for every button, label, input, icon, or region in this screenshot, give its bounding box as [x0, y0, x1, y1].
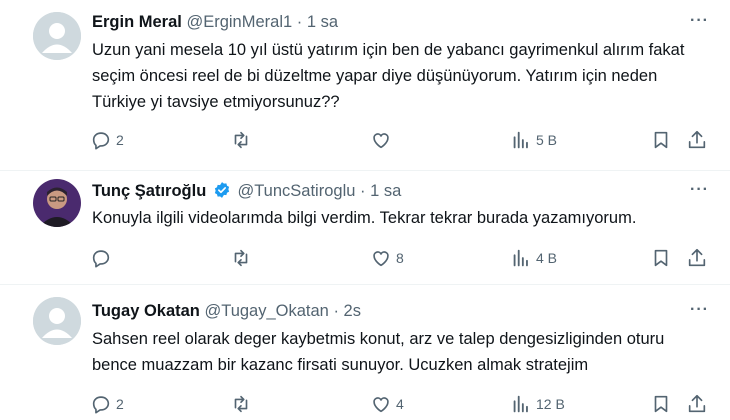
reply-icon — [92, 250, 110, 268]
views-button[interactable]: 12 B — [510, 393, 565, 415]
action-bar: 2 5 B — [90, 129, 710, 151]
bookmark-button[interactable] — [650, 393, 672, 415]
reply-button[interactable]: 2 — [90, 129, 124, 151]
tweet[interactable]: Tunç Şatıroğlu @TuncSatiroglu · 1 sa ···… — [0, 171, 730, 284]
separator-dot: · — [360, 182, 366, 200]
tweet-text: Sahsen reel olarak deger kaybetmis konut… — [92, 330, 665, 374]
bookmark-icon — [654, 249, 668, 267]
like-button[interactable] — [370, 129, 396, 151]
tweet-text: Konuyla ilgili videolarımda bilgi verdim… — [92, 209, 637, 227]
like-count: 4 — [396, 396, 404, 412]
views-icon — [513, 131, 528, 149]
separator-dot: · — [296, 13, 303, 31]
bookmark-icon — [654, 131, 668, 149]
reply-count: 2 — [116, 132, 124, 148]
reply-count: 2 — [116, 396, 124, 412]
reply-icon — [92, 132, 110, 150]
bookmark-icon — [654, 395, 668, 413]
view-count: 5 B — [536, 132, 558, 148]
share-icon — [688, 394, 706, 413]
views-button[interactable]: 5 B — [510, 129, 557, 151]
avatar[interactable] — [33, 179, 81, 227]
action-bar: 8 4 B — [90, 247, 710, 269]
like-button[interactable]: 4 — [370, 393, 404, 415]
reply-button[interactable] — [90, 247, 116, 269]
more-icon[interactable]: ··· — [690, 301, 709, 319]
retweet-button[interactable] — [230, 247, 256, 269]
timestamp[interactable]: 2s — [344, 302, 361, 320]
more-icon[interactable]: ··· — [690, 12, 709, 30]
default-avatar-icon — [33, 12, 81, 60]
avatar[interactable] — [33, 12, 81, 60]
tweet-header: Tunç Şatıroğlu @TuncSatiroglu · 1 sa — [92, 181, 401, 201]
share-icon — [688, 130, 706, 149]
like-button[interactable]: 8 — [370, 247, 404, 269]
author-handle[interactable]: @TuncSatiroglu — [237, 182, 355, 200]
share-button[interactable] — [686, 393, 708, 415]
author-handle[interactable]: @ErginMeral1 — [186, 13, 292, 31]
like-icon — [373, 397, 389, 413]
tweet-header: Ergin Meral @ErginMeral1 · 1 sa — [92, 12, 338, 32]
views-icon — [513, 395, 528, 413]
like-count: 8 — [396, 250, 404, 266]
like-icon — [373, 251, 389, 267]
author-name[interactable]: Tugay Okatan — [92, 302, 200, 320]
view-count: 12 B — [536, 396, 565, 412]
reply-button[interactable]: 2 — [90, 393, 124, 415]
view-count: 4 B — [536, 250, 558, 266]
timestamp[interactable]: 1 sa — [370, 182, 401, 200]
action-bar: 2 4 12 B — [90, 393, 710, 415]
bookmark-button[interactable] — [650, 129, 672, 151]
tweet[interactable]: Ergin Meral @ErginMeral1 · 1 sa ··· Uzun… — [0, 0, 730, 170]
like-icon — [373, 133, 389, 149]
share-icon — [688, 248, 706, 267]
timestamp[interactable]: 1 sa — [307, 13, 338, 31]
tweet-text: Uzun yani mesela 10 yıl üstü yatırım içi… — [92, 41, 685, 111]
default-avatar-icon — [33, 297, 81, 345]
tweet[interactable]: Tugay Okatan @Tugay_Okatan · 2s ··· Sahs… — [0, 285, 730, 420]
retweet-icon — [234, 395, 248, 413]
reply-icon — [92, 396, 110, 414]
views-button[interactable]: 4 B — [510, 247, 557, 269]
retweet-icon — [234, 131, 248, 149]
retweet-button[interactable] — [230, 393, 256, 415]
tweet-header: Tugay Okatan @Tugay_Okatan · 2s — [92, 301, 361, 321]
share-button[interactable] — [686, 129, 708, 151]
share-button[interactable] — [686, 247, 708, 269]
verified-badge-icon — [214, 182, 229, 198]
author-handle[interactable]: @Tugay_Okatan — [204, 302, 328, 320]
author-name[interactable]: Tunç Şatıroğlu — [92, 182, 206, 200]
author-name[interactable]: Ergin Meral — [92, 13, 182, 31]
separator-dot: · — [333, 302, 339, 320]
profile-photo — [33, 179, 81, 227]
retweet-button[interactable] — [230, 129, 256, 151]
more-icon[interactable]: ··· — [690, 181, 709, 199]
retweet-icon — [234, 249, 248, 267]
views-icon — [513, 249, 528, 267]
avatar[interactable] — [33, 297, 81, 345]
bookmark-button[interactable] — [650, 247, 672, 269]
